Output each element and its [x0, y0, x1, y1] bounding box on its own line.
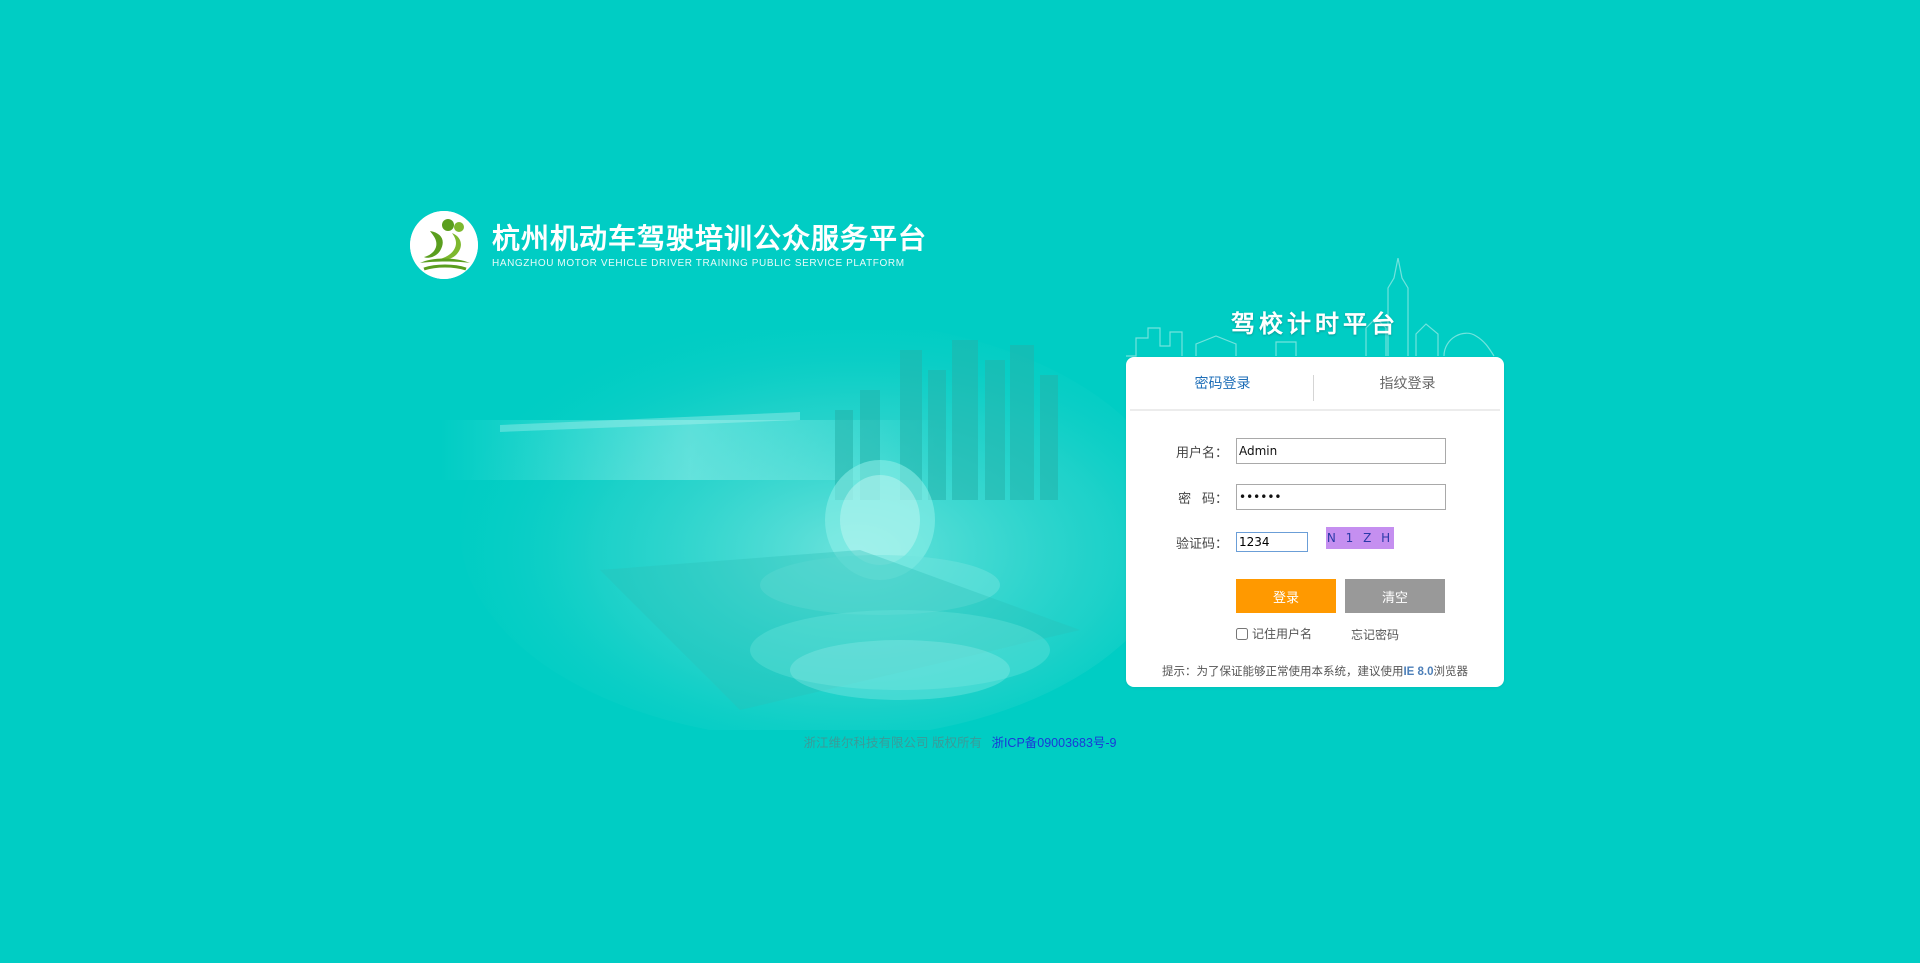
- platform-title: 驾校计时平台: [1231, 311, 1399, 338]
- captcha-label: 验证码：: [1175, 535, 1228, 551]
- tab-fingerprint-login[interactable]: 指纹登录: [1315, 357, 1500, 409]
- brand-header: 杭州机动车驾驶培训公众服务平台 HANGZHOU MOTOR VEHICLE D…: [410, 210, 927, 280]
- brand-text: 杭州机动车驾驶培训公众服务平台 HANGZHOU MOTOR VEHICLE D…: [492, 222, 927, 269]
- brand-title: 杭州机动车驾驶培训公众服务平台: [492, 221, 928, 255]
- clear-button[interactable]: 清空: [1345, 579, 1445, 613]
- forgot-password-link[interactable]: 忘记密码: [1351, 626, 1399, 643]
- hint-browser: IE 8.0: [1403, 666, 1434, 678]
- hint-prefix: 提示：为了保证能够正常使用本系统，建议使用: [1161, 666, 1404, 678]
- footer-copyright: 浙江维尔科技有限公司 版权所有: [803, 736, 982, 750]
- username-row: 用户名：: [1126, 438, 1446, 464]
- hint-suffix: 浏览器: [1433, 666, 1469, 678]
- remember-label: 记住用户名: [1252, 627, 1313, 641]
- city-illustration: [440, 330, 1140, 730]
- login-page: 杭州机动车驾驶培训公众服务平台 HANGZHOU MOTOR VEHICLE D…: [0, 0, 1920, 963]
- browser-hint: 提示：为了保证能够正常使用本系统，建议使用IE 8.0浏览器: [1126, 663, 1504, 679]
- login-card: 密码登录 指纹登录 用户名： 密 码： 验证码： N 1 Z H 登录 清空 记…: [1126, 357, 1504, 687]
- captcha-input[interactable]: [1236, 532, 1308, 552]
- brand-subtitle: HANGZHOU MOTOR VEHICLE DRIVER TRAINING P…: [492, 257, 905, 269]
- remember-checkbox[interactable]: [1236, 627, 1248, 640]
- captcha-row: 验证码： N 1 Z H: [1126, 527, 1394, 552]
- footer: 浙江维尔科技有限公司 版权所有 浙ICP备09003683号-9: [0, 732, 1920, 751]
- password-label: 密 码：: [1178, 490, 1228, 506]
- tab-divider: [1313, 375, 1314, 401]
- tab-password-login[interactable]: 密码登录: [1130, 357, 1315, 409]
- username-label: 用户名：: [1175, 444, 1228, 460]
- footer-icp-link[interactable]: 浙ICP备09003683号-9: [991, 736, 1116, 750]
- login-button[interactable]: 登录: [1236, 579, 1336, 613]
- login-tabs: 密码登录 指纹登录: [1130, 357, 1500, 411]
- remember-username[interactable]: 记住用户名: [1234, 625, 1312, 642]
- username-input[interactable]: [1236, 438, 1446, 464]
- password-input[interactable]: [1236, 484, 1446, 510]
- captcha-image[interactable]: N 1 Z H: [1326, 527, 1394, 549]
- driver-logo-icon: [410, 211, 478, 279]
- password-row: 密 码：: [1126, 484, 1446, 510]
